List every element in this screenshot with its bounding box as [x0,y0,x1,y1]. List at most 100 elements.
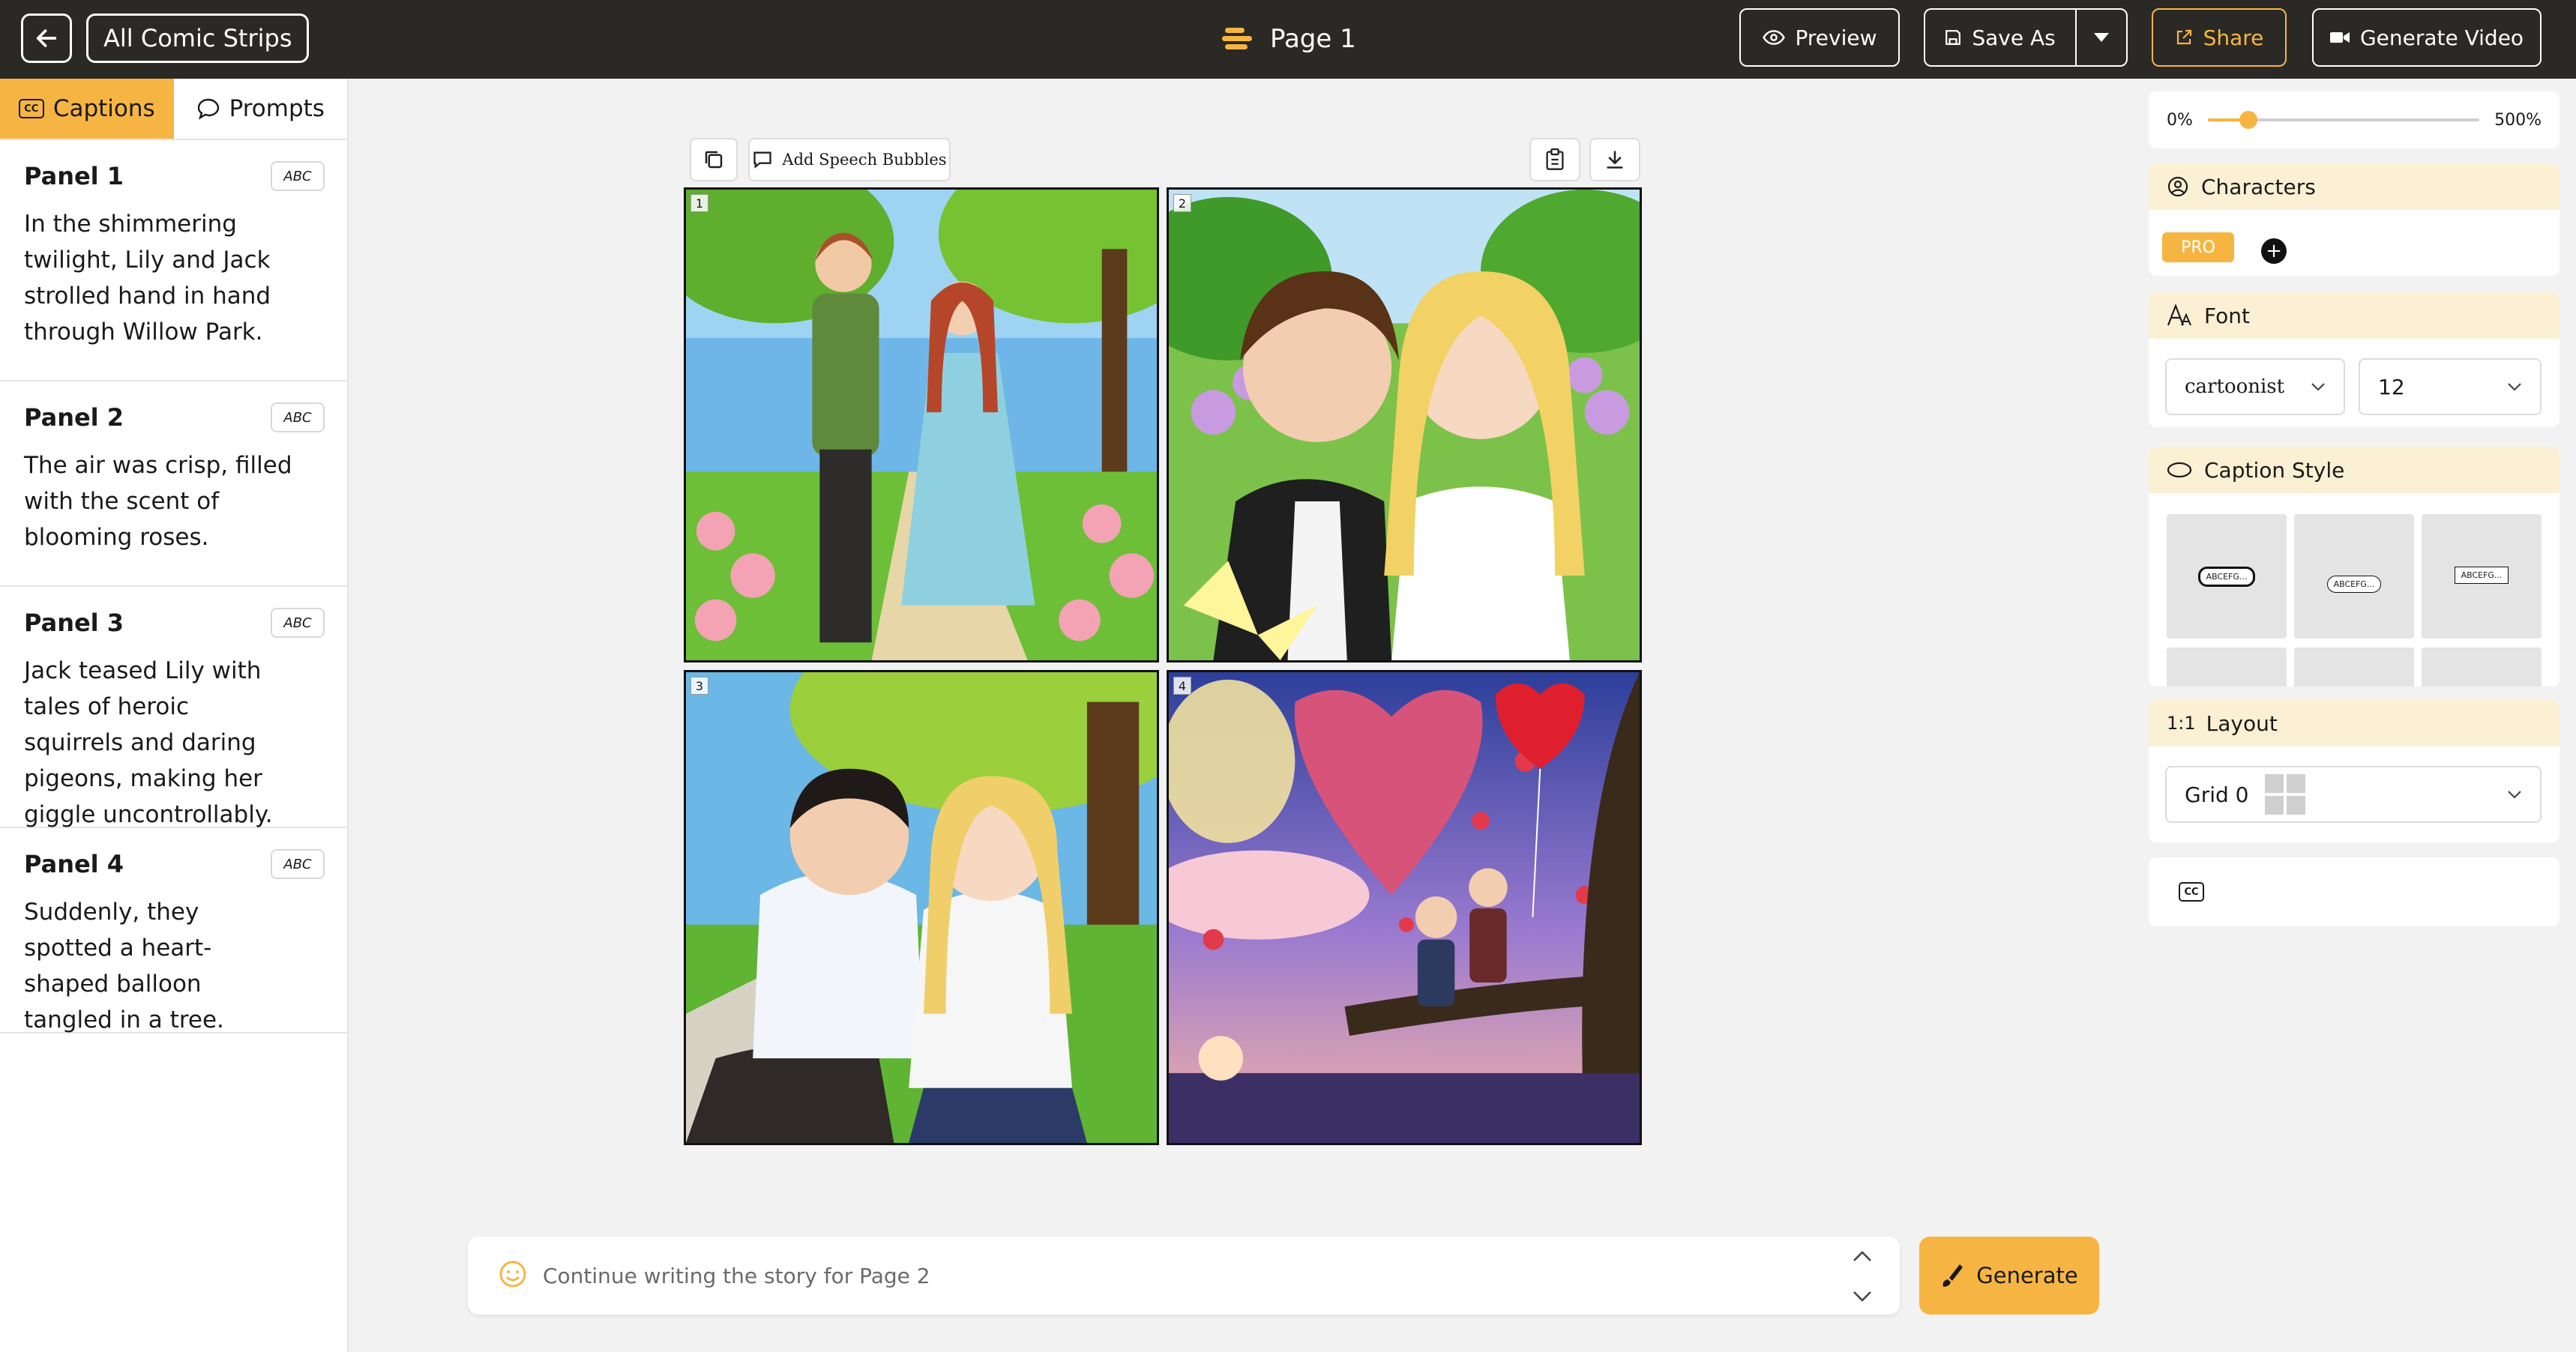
comic-page: 1 2 3 4 [684,187,1643,1147]
closed-captions-icon[interactable]: CC [2179,882,2204,902]
generate-video-button[interactable]: Generate Video [2312,8,2542,67]
eye-icon [1762,30,1785,45]
caption-font-style-button[interactable]: ABC [271,608,325,638]
caption-item-panel-1[interactable]: Panel 1 ABC In the shimmering twilight, … [0,140,347,381]
grid-layout-icon [2265,774,2306,815]
arrow-left-icon [36,29,57,47]
comic-panel-3[interactable]: 3 [684,670,1159,1145]
caption-style-option-2[interactable]: ABCEFG... [2294,514,2414,639]
download-icon [1607,151,1623,169]
caption-text[interactable]: Jack teased Lily with tales of heroic sq… [24,653,294,833]
layout-selected: Grid 0 [2185,774,2306,815]
caption-font-style-button[interactable]: ABC [271,849,325,879]
clipboard-icon [1546,148,1564,170]
caption-bubble-icon [2167,462,2192,478]
caption-text[interactable]: In the shimmering twilight, Lily and Jac… [24,206,294,350]
caption-panel-title: Panel 3 [24,609,124,637]
preview-button[interactable]: Preview [1739,8,1900,67]
characters-header: Characters [2149,163,2560,210]
layout-card: 1:1 Layout Grid 0 [2149,700,2560,842]
share-button[interactable]: Share [2152,8,2287,67]
panel-2-illustration [1169,190,1640,660]
layout-title: Layout [2206,710,2278,736]
top-bar: All Comic Strips Page 1 Preview Save As … [0,0,2576,79]
comic-panel-4[interactable]: 4 [1167,670,1642,1145]
user-circle-icon [2167,176,2188,197]
captions-toggle-card[interactable]: CC [2149,857,2560,926]
prompt-bubble-icon [197,98,219,120]
paste-button[interactable] [1529,138,1580,181]
characters-card: Characters PRO + [2149,163,2560,276]
comic-panel-1[interactable]: 1 [684,187,1159,663]
tab-captions[interactable]: CC Captions [0,79,174,139]
chevron-down-icon[interactable] [1853,1291,1872,1303]
panel-number: 4 [1173,677,1191,695]
caption-style-sample: ABCEFG... [2454,567,2509,584]
comic-panel-2[interactable]: 2 [1167,187,1642,663]
caption-style-option-1[interactable]: ABCEFG... [2167,514,2287,639]
caption-text[interactable]: Suddenly, they spotted a heart-shaped ba… [24,894,294,1038]
zoom-control: 0% 500% [2149,91,2560,148]
font-size-select[interactable]: 12 [2359,358,2542,415]
chevron-up-icon[interactable] [1853,1250,1872,1262]
caption-item-panel-2[interactable]: Panel 2 ABC The air was crisp, filled wi… [0,381,347,587]
captions-sidebar: CC Captions Prompts Panel 1 ABC In the s… [0,79,349,1352]
caption-style-option-3[interactable]: ABCEFG... [2422,514,2542,639]
caption-style-option-6[interactable] [2422,648,2542,686]
layout-select[interactable]: Grid 0 [2165,766,2542,823]
zoom-slider-handle[interactable] [2239,111,2258,129]
share-label: Share [2203,25,2264,50]
font-title: Font [2204,303,2250,328]
duplicate-button[interactable] [690,138,738,181]
zoom-slider[interactable] [2207,111,2480,129]
caption-item-panel-3[interactable]: Panel 3 ABC Jack teased Lily with tales … [0,587,347,828]
prompt-stepper[interactable] [1847,1250,1877,1303]
page-title-area[interactable]: Page 1 [1222,16,1356,61]
tab-captions-label: Captions [52,95,155,122]
preview-label: Preview [1795,25,1877,50]
caption-style-title: Caption Style [2204,457,2345,483]
zoom-max-label: 500% [2494,110,2542,130]
tab-prompts[interactable]: Prompts [174,79,348,139]
save-as-button[interactable]: Save As [1924,8,2075,67]
panel-number: 3 [690,677,708,695]
page-title: Page 1 [1270,24,1356,54]
add-speech-bubbles-button[interactable]: Add Speech Bubbles [748,138,951,181]
closed-captions-icon: CC [18,99,44,118]
story-prompt-input[interactable] [543,1259,1817,1292]
download-button[interactable] [1589,138,1640,181]
add-character-button[interactable]: + [2261,238,2287,264]
font-family-select[interactable]: cartoonist [2165,358,2345,415]
font-header: Font [2149,292,2560,339]
pro-badge[interactable]: PRO [2162,232,2234,262]
layout-header: 1:1 Layout [2149,700,2560,746]
font-size-value: 12 [2378,374,2405,399]
caption-style-option-5[interactable] [2294,648,2414,686]
panel-number: 1 [690,194,708,212]
font-card: Font cartoonist 12 [2149,292,2560,427]
caption-style-option-4[interactable] [2167,648,2287,686]
caption-font-style-button[interactable]: ABC [271,402,325,432]
save-as-label: Save As [1972,25,2056,50]
chevron-down-icon [2311,383,2325,391]
sidebar-tabs: CC Captions Prompts [0,79,347,140]
caret-down-icon [2094,33,2109,42]
panel-number: 2 [1173,194,1191,212]
copy-icon [705,151,723,169]
caption-text[interactable]: The air was crisp, filled with the scent… [24,447,294,555]
font-family-value: cartoonist [2185,375,2285,398]
caption-font-style-button[interactable]: ABC [271,161,325,191]
all-comic-strips-button[interactable]: All Comic Strips [86,13,310,63]
back-button[interactable] [21,13,72,63]
caption-style-header: Caption Style [2149,447,2560,493]
generate-video-label: Generate Video [2359,25,2524,50]
caption-panel-title: Panel 2 [24,403,124,432]
save-icon [1945,30,1961,45]
generate-button[interactable]: Generate [1919,1237,2099,1315]
chevron-down-icon [2508,383,2521,391]
brush-icon [1942,1264,1963,1287]
caption-item-panel-4[interactable]: Panel 4 ABC Suddenly, they spotted a hea… [0,828,347,1033]
panel-3-illustration [686,672,1157,1143]
caption-style-sample: ABCEFG... [2326,575,2382,593]
save-as-dropdown-button[interactable] [2075,8,2128,67]
